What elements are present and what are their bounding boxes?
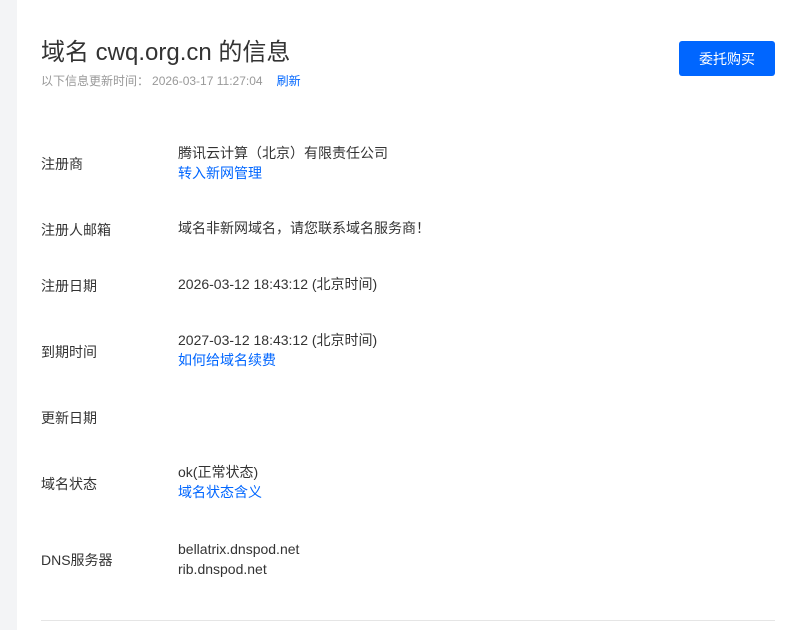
dns-server-2: rib.dnspod.net — [178, 561, 267, 577]
renew-domain-link[interactable]: 如何给域名续费 — [178, 350, 377, 370]
domain-status-label: 域名状态 — [41, 476, 97, 492]
expiry-label: 到期时间 — [41, 344, 97, 360]
registrant-email-label: 注册人邮箱 — [41, 222, 111, 238]
refresh-link[interactable]: 刷新 — [277, 74, 301, 88]
expiry-value: 2027-03-12 18:43:12 (北京时间) — [178, 332, 378, 348]
registration-date-label: 注册日期 — [41, 278, 97, 294]
transfer-to-xinnet-link[interactable]: 转入新网管理 — [178, 163, 388, 183]
expiry-value-group: 2027-03-12 18:43:12 (北京时间) 如何给域名续费 — [178, 330, 377, 370]
updated-label: 以下信息更新时间： — [41, 74, 150, 88]
registrar-value-group: 腾讯云计算（北京）有限责任公司 转入新网管理 — [178, 143, 388, 183]
registration-date-value: 2026-03-12 18:43:12 (北京时间) — [178, 276, 378, 292]
page-title: 域名 cwq.org.cn 的信息 — [41, 39, 291, 66]
updated-time: 2026-03-17 11:27:04 — [152, 74, 263, 88]
entrust-purchase-button[interactable]: 委托购买 — [679, 41, 775, 76]
dns-server-1: bellatrix.dnspod.net — [178, 541, 300, 557]
domain-info-card: 域名 cwq.org.cn 的信息 以下信息更新时间： 2026-03-17 11… — [17, 0, 796, 630]
updated-date-label: 更新日期 — [41, 410, 97, 426]
status-meaning-link[interactable]: 域名状态含义 — [178, 482, 262, 502]
domain-status-value: ok(正常状态) — [178, 464, 259, 480]
domain-status-value-group: ok(正常状态) 域名状态含义 — [178, 462, 262, 502]
registrar-value: 腾讯云计算（北京）有限责任公司 — [178, 145, 388, 161]
dns-servers-label: DNS服务器 — [41, 552, 113, 568]
dns-servers-value-group: bellatrix.dnspod.net rib.dnspod.net — [178, 539, 299, 579]
registrant-email-value: 域名非新网域名，请您联系域名服务商！ — [178, 220, 430, 236]
registrar-label: 注册商 — [41, 156, 83, 172]
update-meta: 以下信息更新时间： 2026-03-17 11:27:04 刷新 — [41, 72, 301, 89]
bottom-divider — [41, 620, 775, 621]
